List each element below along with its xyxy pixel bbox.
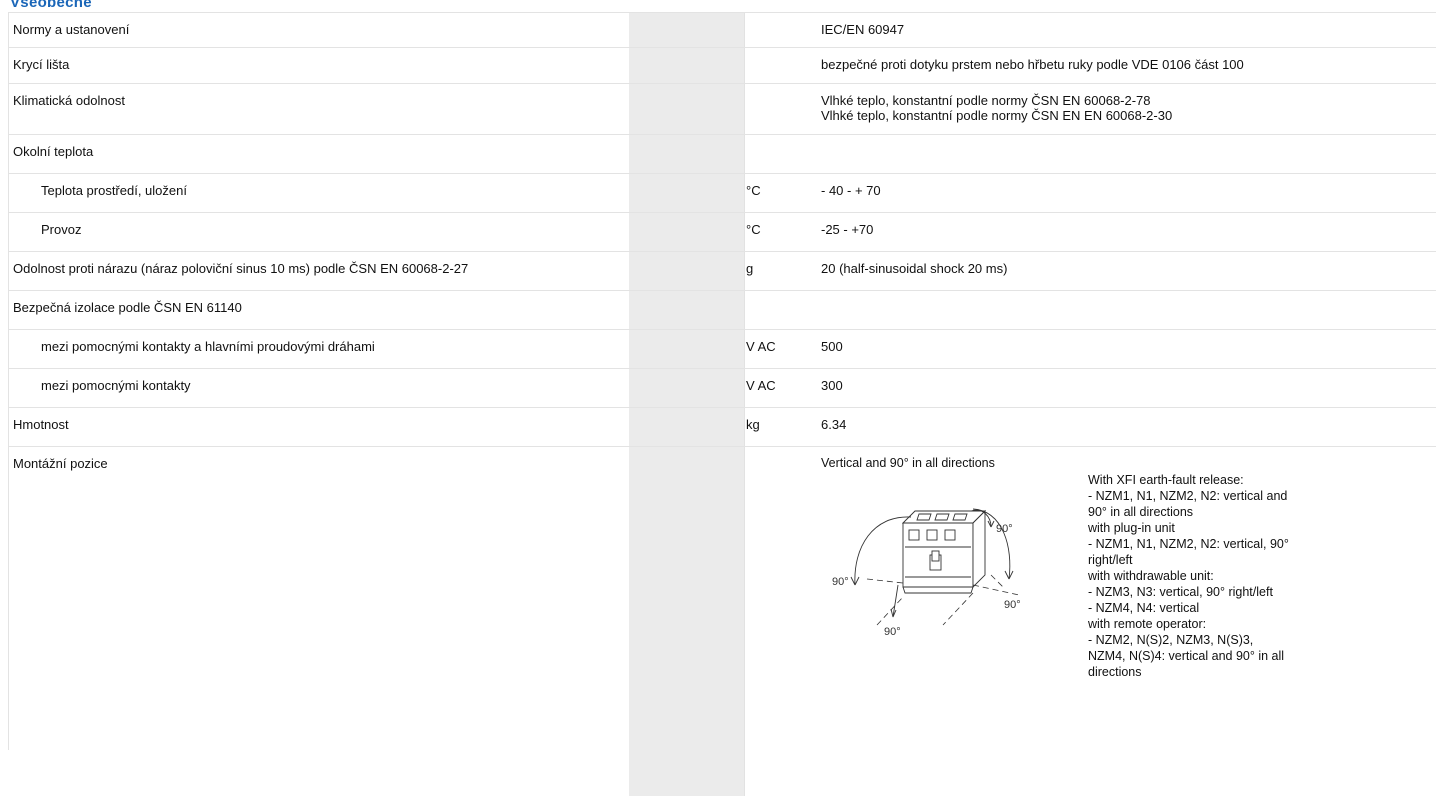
row-value [821,135,1436,173]
row-value: Vlhké teplo, konstantní podle normy ČSN … [821,84,1436,134]
note-line: With XFI earth-fault release: [1088,473,1244,487]
note-line: NZM4, N(S)4: vertical and 90° in all [1088,649,1285,663]
mounting-notes: With XFI earth-fault release: - NZM1, N1… [1088,472,1378,680]
table-row: Odolnost proti nárazu (náraz poloviční s… [8,252,1436,291]
table-row: mezi pomocnými kontakty V AC 300 [8,369,1436,408]
row-unit: °C [746,183,761,198]
row-unit: V AC [746,339,776,354]
note-line: right/left [1088,553,1133,567]
row-label: Krycí lišta [13,57,70,72]
table-row: Provoz °C -25 - +70 [8,213,1436,252]
row-unit [746,447,821,750]
row-label: Odolnost proti nárazu (náraz poloviční s… [13,261,469,276]
note-line: - NZM3, N3: vertical, 90° right/left [1088,585,1273,599]
note-line: with remote operator: [1088,617,1207,631]
mounting-value: Vertical and 90° in all directions With … [821,447,1436,750]
row-label: mezi pomocnými kontakty [41,378,191,393]
table-row: mezi pomocnými kontakty a hlavními proud… [8,330,1436,369]
row-value: 6.34 [821,417,847,432]
row-label: Klimatická odolnost [13,93,125,108]
row-unit: °C [746,222,761,237]
table-row: Hmotnost kg 6.34 [8,408,1436,447]
row-unit: V AC [746,378,776,393]
section-heading: Všeobecně [10,0,92,11]
row-unit: kg [746,417,760,432]
note-line: - NZM2, N(S)2, NZM3, N(S)3, [1088,633,1254,647]
row-unit [746,84,821,134]
note-line: with plug-in unit [1088,521,1175,535]
note-line: with withdrawable unit: [1088,569,1214,583]
row-value: -25 - +70 [821,222,874,237]
note-line: - NZM4, N4: vertical [1088,601,1200,615]
row-label: Bezpečná izolace podle ČSN EN 61140 [13,300,242,315]
row-unit: g [746,261,754,276]
row-value [821,291,1436,329]
row-unit [746,48,821,83]
table-row: Klimatická odolnost Vlhké teplo, konstan… [8,84,1436,135]
note-line: - NZM1, N1, NZM2, N2: vertical and [1088,489,1288,503]
row-label: Hmotnost [13,417,69,432]
row-unit [746,291,821,329]
row-label: Teplota prostředí, uložení [41,183,187,198]
value-line: Vlhké teplo, konstantní podle normy ČSN … [821,108,1173,123]
row-label: Montážní pozice [13,456,108,471]
row-value: bezpečné proti dotyku prstem nebo hřbetu… [821,57,1244,72]
row-label: mezi pomocnými kontakty a hlavními proud… [41,339,375,354]
row-unit [746,13,821,47]
note-line: directions [1088,665,1142,679]
row-value: 20 (half-sinusoidal shock 20 ms) [821,261,1008,276]
note-line: - NZM1, N1, NZM2, N2: vertical, 90° [1088,537,1289,551]
row-value: 300 [821,378,843,393]
table-row: Montážní pozice Vertical and 90° in all … [8,447,1436,750]
spec-table: Normy a ustanovení IEC/EN 60947 Krycí li… [8,12,1436,796]
value-line: Vlhké teplo, konstantní podle normy ČSN … [821,93,1151,108]
row-value: IEC/EN 60947 [821,22,905,37]
row-label: Normy a ustanovení [13,22,130,37]
table-row: Normy a ustanovení IEC/EN 60947 [8,12,1436,48]
table-row: Krycí lišta bezpečné proti dotyku prstem… [8,48,1436,84]
note-line: 90° in all directions [1088,505,1194,519]
row-value: - 40 - + 70 [821,183,881,198]
table-row: Okolní teplota [8,135,1436,174]
table-row: Teplota prostředí, uložení °C - 40 - + 7… [8,174,1436,213]
table-row: Bezpečná izolace podle ČSN EN 61140 [8,291,1436,330]
mounting-orientation-diagram [850,508,1020,626]
row-value: 500 [821,339,843,354]
row-label: Okolní teplota [13,144,94,159]
row-unit [746,135,821,173]
row-label: Provoz [41,222,82,237]
